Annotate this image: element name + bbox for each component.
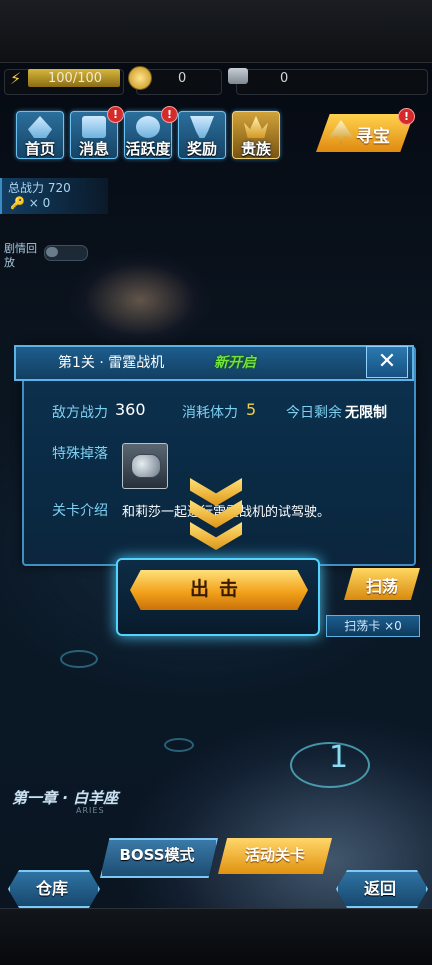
sweep-card-label: 扫荡卡 (344, 619, 381, 633)
nav-activity-button[interactable]: 活跃度 ! (124, 106, 178, 159)
gem-box (236, 69, 428, 95)
enemy-power-label: 敌方战力 (52, 405, 108, 421)
top-frame (0, 0, 432, 63)
mail-icon (82, 116, 106, 138)
power-panel: 总战力 720 🔑 × 0 (0, 178, 108, 214)
map-node (164, 738, 194, 752)
treasure-badge: ! (398, 108, 415, 125)
stamina-label: 消耗体力 (182, 405, 238, 421)
boss-mode-label: BOSS模式 (119, 846, 195, 864)
power-row: 总战力 720 (8, 179, 71, 196)
chevron-shape (190, 478, 242, 506)
part-icon (131, 454, 161, 478)
drop-label: 特殊掉落 (52, 446, 108, 462)
sweep-card-count: 扫荡卡 ×0 (326, 615, 420, 637)
nav-home-button[interactable]: 首页 (16, 111, 64, 159)
energy-value: 100/100 (48, 71, 103, 86)
attack-label: 出击 (189, 578, 248, 600)
close-button[interactable]: ✕ (366, 346, 408, 378)
key-row: 🔑 × 0 (10, 196, 50, 210)
event-stage-label: 活动关卡 (244, 846, 305, 864)
nav-messages-button[interactable]: 消息 ! (70, 106, 124, 159)
back-label: 返回 (363, 879, 396, 898)
toggle-knob (46, 247, 58, 257)
lightning-icon: ⚡ (10, 69, 22, 88)
notification-badge: ! (161, 106, 178, 123)
jet-icon (28, 116, 52, 138)
trophy-icon (190, 116, 214, 138)
stamina-value: 5 (246, 400, 257, 419)
nav-label: 消息 (78, 140, 109, 158)
gold-resource: 0 (126, 66, 222, 96)
drop-item-slot[interactable] (122, 443, 168, 489)
power-value: 720 (47, 181, 71, 195)
gem-resource: 0 (226, 66, 428, 96)
key-count: × 0 (28, 196, 51, 210)
notification-badge: ! (107, 106, 124, 123)
key-icon: 🔑 (10, 196, 25, 210)
chapter-title: 第一章 · 白羊座 (12, 789, 119, 807)
dialog-title: 第1关 · 雷霆战机 (58, 355, 165, 371)
gem-value: 0 (280, 71, 289, 86)
bottom-frame (0, 908, 432, 965)
sweep-label: 扫荡 (365, 577, 398, 596)
medal-icon (136, 116, 160, 138)
nav-label: 奖励 (186, 140, 217, 158)
warehouse-label: 仓库 (35, 879, 68, 898)
plot-replay-label: 剧情回放 (4, 242, 37, 269)
stage-number: 1 (329, 740, 349, 775)
sweep-card-value: ×0 (384, 619, 402, 633)
nav-label: 贵族 (240, 140, 271, 158)
chevron-down-icon (190, 478, 242, 550)
intro-label: 关卡介绍 (52, 503, 108, 519)
remaining-label: 今日剩余 (286, 405, 342, 421)
wing-icon (328, 120, 354, 146)
crown-icon (244, 116, 268, 138)
map-node (60, 650, 98, 668)
coin-icon (128, 66, 152, 90)
enemy-power-value: 360 (115, 400, 146, 419)
energy-resource: ⚡ 100/100 (4, 66, 124, 96)
nav-label: 活跃度 (125, 140, 171, 158)
nav-rewards-button[interactable]: 奖励 (178, 111, 226, 159)
treasure-label: 寻宝 (356, 127, 390, 147)
remaining-value: 无限制 (345, 405, 387, 421)
new-open-badge: 新开启 (214, 355, 256, 371)
gold-value: 0 (178, 71, 187, 86)
nav-label: 首页 (24, 140, 55, 158)
nav-noble-button[interactable]: 贵族 (232, 111, 280, 159)
chapter-subtitle: ARIES (76, 806, 105, 815)
power-label: 总战力 (8, 181, 45, 195)
cart-icon (228, 68, 248, 84)
